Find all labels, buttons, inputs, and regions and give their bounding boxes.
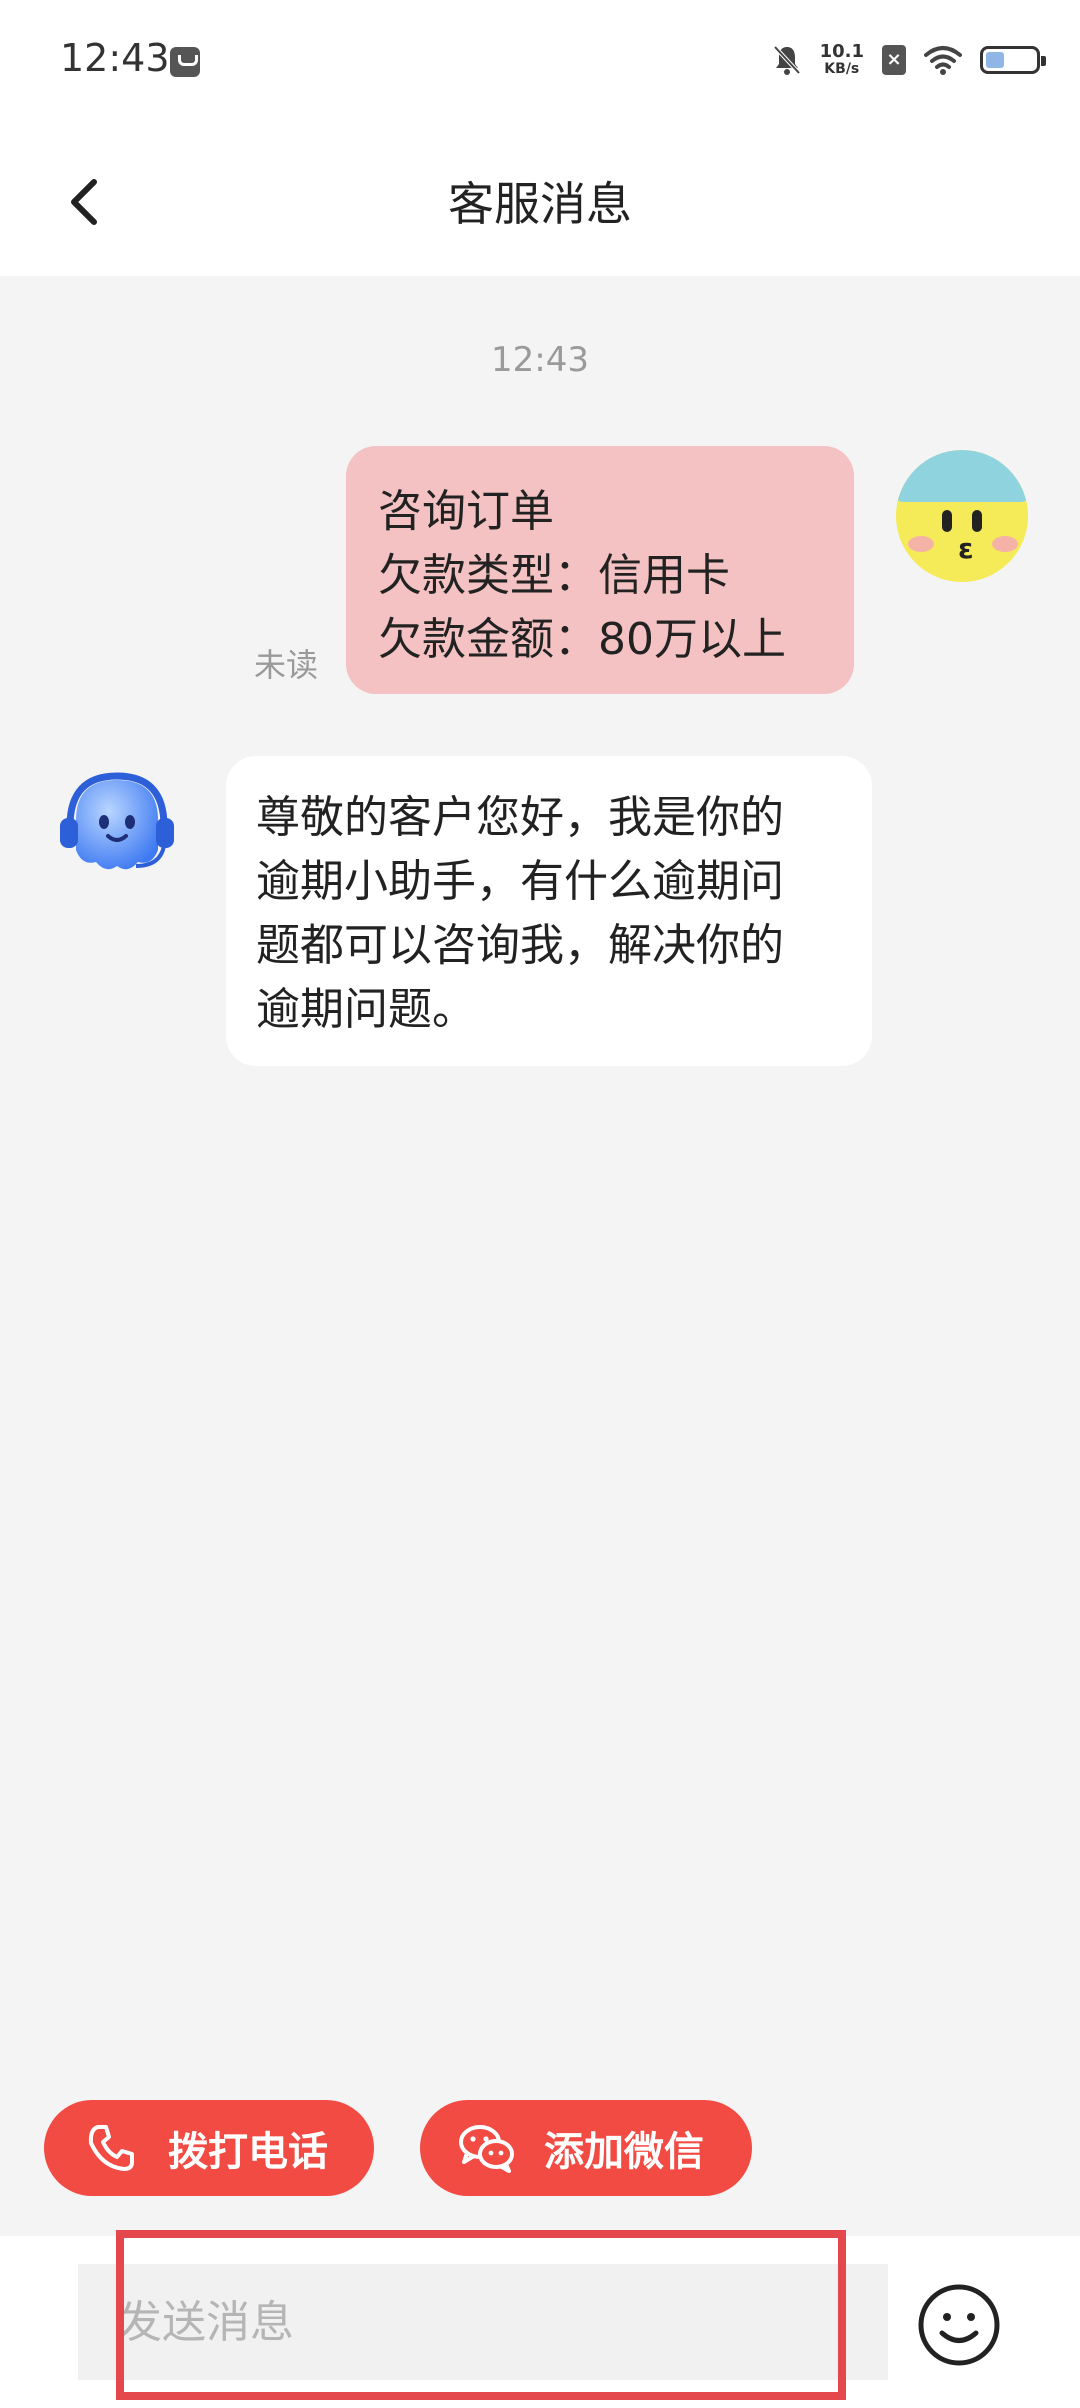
user-avatar[interactable]: ɛ	[896, 450, 1028, 582]
status-icons: 10.1 KB/s ×	[772, 40, 1046, 80]
avatar-blush	[992, 536, 1018, 552]
user-message-line: 欠款金额：80万以上	[378, 614, 786, 665]
unread-status: 未读	[254, 646, 319, 684]
chat-timestamp: 12:43	[491, 340, 589, 380]
agent-message-line: 逾期问题。	[256, 984, 476, 1035]
emoji-icon	[918, 2284, 1000, 2366]
call-button[interactable]: 拨打电话	[44, 2100, 374, 2196]
app-header: 客服消息	[0, 130, 1080, 276]
sim-icon: ×	[882, 45, 906, 75]
agent-avatar[interactable]	[56, 770, 178, 882]
phone-icon	[82, 2119, 140, 2177]
avatar-eye	[942, 510, 952, 532]
message-input[interactable]	[78, 2264, 888, 2380]
agent-message-line: 尊敬的客户您好，我是你的	[256, 792, 784, 843]
bell-off-icon	[772, 44, 802, 76]
agent-message-line: 题都可以咨询我，解决你的	[256, 920, 784, 971]
status-bar: 12:43 10.1 KB/s ×	[0, 0, 1080, 130]
emoji-button[interactable]	[916, 2282, 1002, 2368]
user-message-line: 欠款类型：信用卡	[378, 550, 730, 601]
support-bot-icon	[60, 772, 174, 870]
avatar-mouth: ɛ	[958, 532, 974, 565]
add-wechat-button[interactable]: 添加微信	[420, 2100, 752, 2196]
user-message-bubble[interactable]: 咨询订单 欠款类型：信用卡 欠款金额：80万以上	[346, 446, 854, 694]
agent-message-bubble[interactable]: 尊敬的客户您好，我是你的 逾期小助手，有什么逾期问 题都可以咨询我，解决你的 逾…	[226, 756, 872, 1066]
network-speed-value: 10.1	[819, 41, 864, 62]
wechat-icon	[458, 2119, 516, 2177]
message-icon	[170, 47, 200, 77]
avatar-blush	[908, 536, 934, 552]
network-speed: 10.1 KB/s	[819, 41, 864, 78]
user-message-line: 咨询订单	[378, 486, 554, 537]
network-speed-unit: KB/s	[824, 61, 860, 77]
page-title: 客服消息	[448, 177, 632, 231]
avatar-eye	[972, 510, 982, 532]
battery-icon	[980, 46, 1046, 74]
call-button-label: 拨打电话	[168, 2129, 328, 2175]
add-wechat-button-label: 添加微信	[544, 2129, 704, 2175]
wifi-icon	[924, 45, 962, 75]
agent-message-line: 逾期小助手，有什么逾期问	[256, 856, 784, 907]
battery-level	[986, 52, 1004, 68]
avatar-cap	[896, 450, 1028, 502]
status-time: 12:43	[60, 36, 170, 80]
